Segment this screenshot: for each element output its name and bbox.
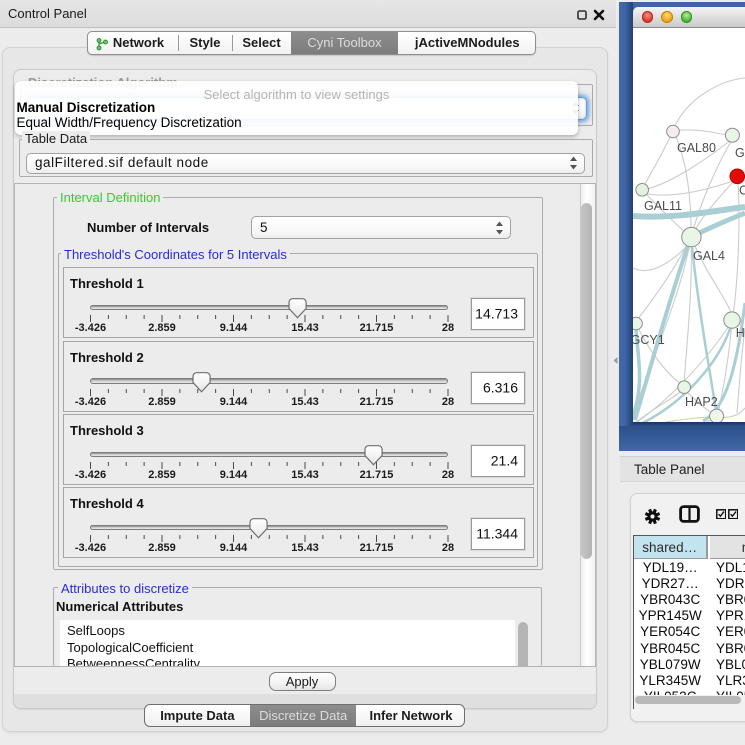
svg-text:GAL11: GAL11	[644, 199, 682, 213]
svg-text:GAL80: GAL80	[677, 141, 716, 155]
svg-text:GCY1: GCY1	[633, 333, 665, 347]
svg-text:HAP2: HAP2	[685, 395, 718, 409]
svg-text:H: H	[736, 326, 745, 340]
svg-text:C: C	[739, 183, 745, 197]
svg-text:GA: GA	[735, 146, 745, 160]
svg-text:GAL4: GAL4	[693, 249, 725, 263]
